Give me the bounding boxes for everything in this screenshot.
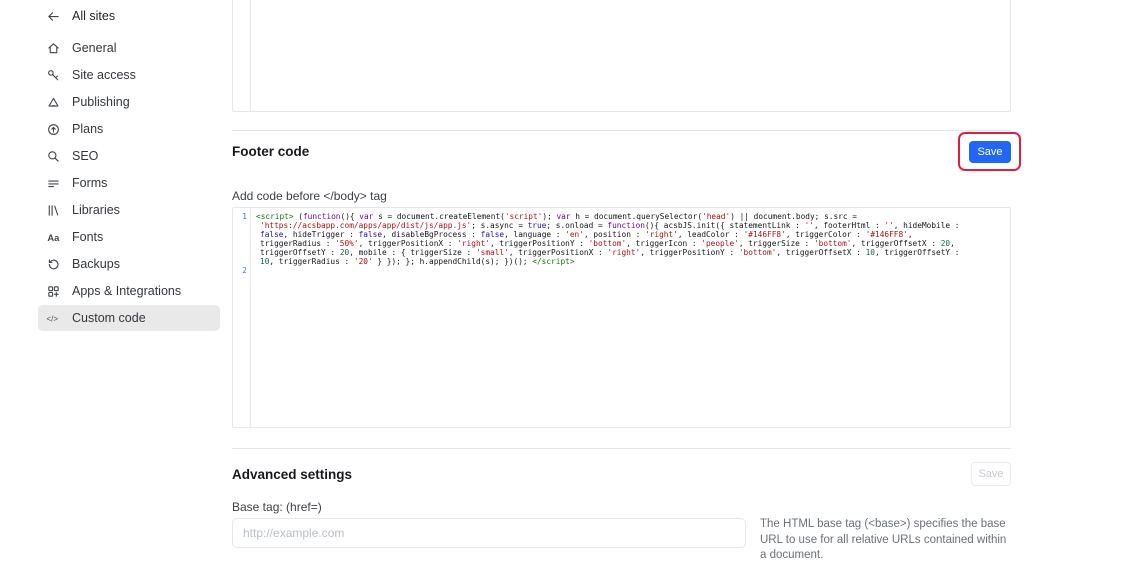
- sidebar-item-publishing[interactable]: Publishing: [38, 89, 220, 115]
- header-code-editor[interactable]: [232, 0, 1011, 112]
- search-icon: [46, 149, 61, 164]
- line-number: [233, 257, 250, 266]
- footer-code-hint: Add code before </body> tag: [232, 189, 387, 203]
- key-icon: [46, 68, 61, 83]
- sidebar-item-plans[interactable]: Plans: [38, 116, 220, 142]
- sidebar-item-label: Libraries: [72, 203, 120, 217]
- line-number: [233, 239, 250, 248]
- code-text: 'https://acsbapp.com/apps/app/dist/js/ap…: [250, 221, 960, 230]
- sidebar-item-apps-integrations[interactable]: Apps & Integrations: [38, 278, 220, 304]
- sidebar-item-label: Backups: [72, 257, 120, 271]
- footer-code-save-button[interactable]: Save: [969, 141, 1011, 163]
- code-line: 2: [233, 266, 1010, 275]
- sidebar-item-label: Forms: [72, 176, 107, 190]
- footer-code-editor-content: 1<script> (function(){ var s = document.…: [233, 208, 1010, 427]
- line-number: 2: [233, 266, 250, 275]
- forms-icon: [46, 176, 61, 191]
- footer-code-title: Footer code: [232, 144, 309, 159]
- sidebar-item-seo[interactable]: SEO: [38, 143, 220, 169]
- sidebar-item-label: Apps & Integrations: [72, 284, 181, 298]
- section-divider: [232, 130, 1011, 131]
- backups-icon: [46, 257, 61, 272]
- sidebar-item-label: General: [72, 41, 116, 55]
- sidebar-item-label: Custom code: [72, 311, 146, 325]
- base-tag-help-text: The HTML base tag (<base>) specifies the…: [760, 517, 1014, 564]
- publish-icon: [46, 95, 61, 110]
- svg-text:Aa: Aa: [47, 232, 60, 242]
- advanced-settings-save-button[interactable]: Save: [971, 462, 1011, 486]
- sidebar-item-label: Plans: [72, 122, 103, 136]
- code-line: triggerRadius : '50%', triggerPositionX …: [233, 239, 1010, 248]
- back-to-all-sites[interactable]: All sites: [38, 3, 220, 29]
- sidebar-item-label: Fonts: [72, 230, 103, 244]
- code-text: <script> (function(){ var s = document.c…: [250, 212, 857, 221]
- arrow-left-icon: [46, 9, 61, 24]
- code-line: false, hideTrigger : false, disableBgPro…: [233, 230, 1010, 239]
- section-divider: [232, 448, 1011, 449]
- sidebar-item-label: Site access: [72, 68, 136, 82]
- sidebar-item-custom-code[interactable]: </> Custom code: [38, 305, 220, 331]
- svg-text:</>: </>: [46, 314, 58, 323]
- line-number: 1: [233, 212, 250, 221]
- advanced-settings-title: Advanced settings: [232, 467, 352, 482]
- sidebar-item-fonts[interactable]: Aa Fonts: [38, 224, 220, 250]
- plans-icon: [46, 122, 61, 137]
- line-number: [233, 221, 250, 230]
- back-label: All sites: [72, 9, 115, 23]
- code-text: [250, 266, 256, 275]
- footer-code-editor[interactable]: 1<script> (function(){ var s = document.…: [232, 207, 1011, 428]
- home-icon: [46, 41, 61, 56]
- code-icon: </>: [46, 311, 61, 326]
- sidebar-item-label: Publishing: [72, 95, 130, 109]
- code-text: false, hideTrigger : false, disableBgPro…: [250, 230, 913, 239]
- sidebar-item-general[interactable]: General: [38, 35, 220, 61]
- code-text: triggerRadius : '50%', triggerPositionX …: [250, 239, 955, 248]
- code-text: triggerOffsetY : 20, mobile : { triggerS…: [250, 248, 959, 257]
- sidebar-item-libraries[interactable]: Libraries: [38, 197, 220, 223]
- sidebar-item-forms[interactable]: Forms: [38, 170, 220, 196]
- sidebar-item-backups[interactable]: Backups: [38, 251, 220, 277]
- sidebar-item-site-access[interactable]: Site access: [38, 62, 220, 88]
- code-line: 10, triggerRadius : '20' } }); }; h.appe…: [233, 257, 1010, 266]
- base-tag-input[interactable]: [232, 518, 746, 548]
- sidebar-item-label: SEO: [72, 149, 98, 163]
- code-line: triggerOffsetY : 20, mobile : { triggerS…: [233, 248, 1010, 257]
- code-text: 10, triggerRadius : '20' } }); }; h.appe…: [250, 257, 575, 266]
- fonts-icon: Aa: [46, 230, 61, 245]
- libraries-icon: [46, 203, 61, 218]
- line-number: [233, 230, 250, 239]
- base-tag-label: Base tag: (href=): [232, 500, 322, 514]
- base-tag-help: The HTML base tag (<base>) specifies the…: [760, 517, 1014, 575]
- code-line: 1<script> (function(){ var s = document.…: [233, 212, 1010, 221]
- apps-icon: [46, 284, 61, 299]
- code-line: 'https://acsbapp.com/apps/app/dist/js/ap…: [233, 221, 1010, 230]
- custom-code-settings-page: All sites General Site access Publishing: [0, 0, 1140, 575]
- line-number: [233, 248, 250, 257]
- settings-sidebar: All sites General Site access Publishing: [0, 0, 232, 575]
